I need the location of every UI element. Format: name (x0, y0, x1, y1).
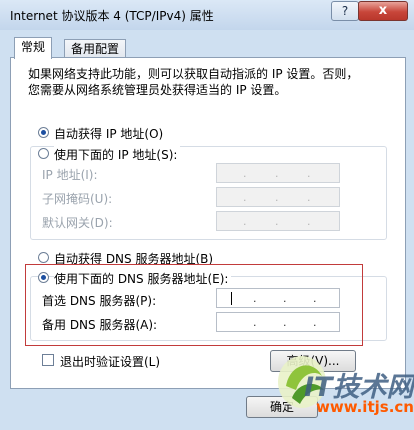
alternate-dns-field[interactable]: ... (216, 312, 340, 332)
description-line-1: 如果网络支持此功能，则可以获取自动指派的 IP 设置。否则， (28, 67, 359, 81)
validate-checkbox[interactable] (42, 354, 54, 366)
ip-manual-radio[interactable] (38, 148, 49, 159)
watermark-url: www.itjs.cn (316, 398, 414, 416)
window-title: Internet 协议版本 4 (TCP/IPv4) 属性 (10, 9, 214, 23)
subnet-mask-label: 子网掩码(U): (42, 192, 113, 206)
default-gateway-label: 默认网关(D): (42, 216, 113, 230)
ip-address-label: IP 地址(I): (42, 168, 98, 182)
description-line-2: 您需要从网络系统管理员处获得适当的 IP 设置。 (28, 83, 287, 97)
ip-auto-radio[interactable] (38, 127, 49, 138)
subnet-mask-field[interactable]: ... (216, 187, 340, 207)
ip-address-field[interactable]: ... (216, 163, 340, 183)
tab-alternate-config[interactable]: 备用配置 (64, 39, 127, 59)
default-gateway-field[interactable]: ... (216, 211, 340, 231)
validate-label[interactable]: 退出时验证设置(L) (60, 353, 160, 370)
dns-auto-label[interactable]: 自动获得 DNS 服务器地址(B) (54, 250, 213, 267)
dns-auto-radio[interactable] (38, 252, 49, 263)
preferred-dns-field[interactable]: ... (216, 288, 340, 308)
close-button[interactable]: x (358, 1, 408, 21)
ip-manual-label[interactable]: 使用下面的 IP 地址(S): (54, 146, 181, 163)
tab-general[interactable]: 常规 (14, 37, 53, 59)
text-cursor (231, 292, 232, 305)
title-bar: Internet 协议版本 4 (TCP/IPv4) 属性 ? x (0, 0, 414, 30)
dns-manual-radio[interactable] (38, 272, 49, 283)
ip-auto-label[interactable]: 自动获得 IP 地址(O) (54, 125, 163, 142)
dns-manual-label[interactable]: 使用下面的 DNS 服务器地址(E): (54, 270, 232, 287)
help-button[interactable]: ? (331, 1, 359, 21)
preferred-dns-label: 首选 DNS 服务器(P): (42, 294, 157, 308)
alternate-dns-label: 备用 DNS 服务器(A): (42, 318, 158, 332)
description: 如果网络支持此功能，则可以获取自动指派的 IP 设置。否则， 您需要从网络系统管… (28, 66, 358, 98)
